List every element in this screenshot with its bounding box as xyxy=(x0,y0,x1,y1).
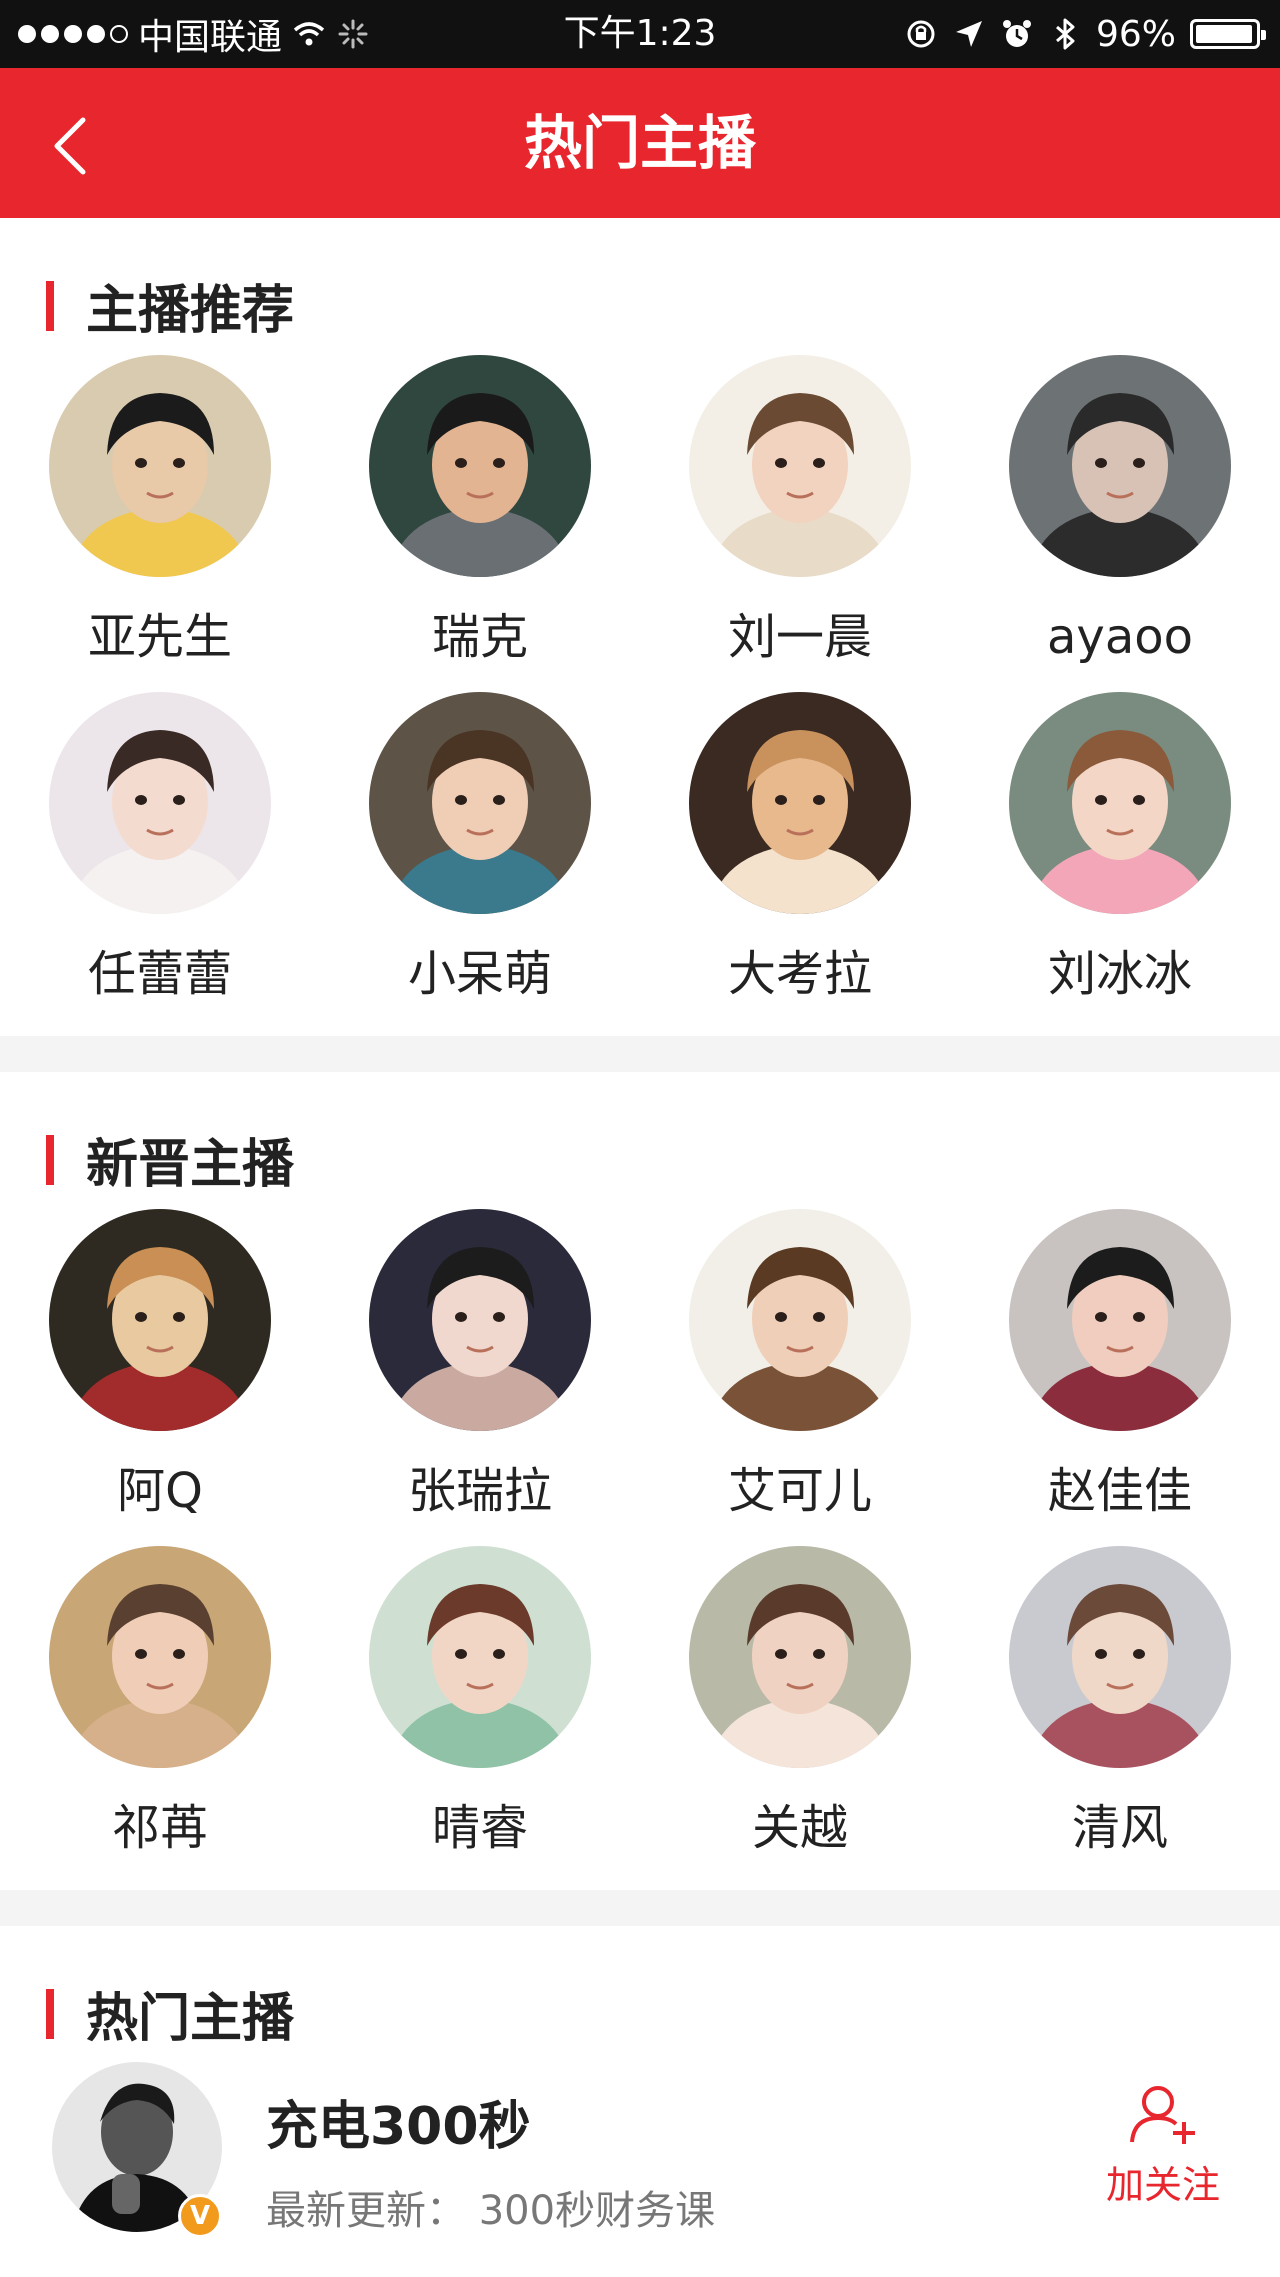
anchor-grid-item[interactable]: 刘一晨 xyxy=(640,355,960,667)
update-value: 300秒财务课 xyxy=(478,2188,716,2234)
avatar[interactable] xyxy=(689,355,911,577)
status-bar: 中国联通 下午1:23 96% xyxy=(0,0,1280,68)
avatar[interactable] xyxy=(369,355,591,577)
section-header: 热门主播 xyxy=(46,1976,294,2051)
avatar[interactable] xyxy=(1009,1209,1231,1431)
hot-anchor-row[interactable]: V 充电300秒 最新更新： 300秒财务课 加关注 xyxy=(0,2062,1280,2238)
anchor-name: 祁苒 xyxy=(111,1800,208,1856)
avatar[interactable] xyxy=(1009,1546,1231,1768)
battery-fill xyxy=(1196,25,1252,43)
anchor-name: 张瑞拉 xyxy=(407,1463,552,1519)
anchor-grid-item[interactable]: 艾可儿 xyxy=(640,1209,960,1521)
anchor-grid-item[interactable]: 张瑞拉 xyxy=(320,1209,640,1521)
status-right: 96% xyxy=(904,0,1266,68)
section-accent-bar xyxy=(46,1988,54,2039)
avatar[interactable] xyxy=(49,1546,271,1768)
avatar[interactable] xyxy=(1009,355,1231,577)
anchor-name: 晴睿 xyxy=(431,1800,528,1856)
loading-icon xyxy=(338,19,368,49)
anchor-name: 赵佳佳 xyxy=(1047,1463,1192,1519)
avatar[interactable] xyxy=(49,355,271,577)
hot-anchors-section: 热门主播 V 充电300秒 最新更新： 300秒财务课 加关注 xyxy=(0,1926,1280,2277)
anchor-name: 艾可儿 xyxy=(727,1463,872,1519)
anchor-grid-item[interactable]: 阿Q xyxy=(0,1209,320,1521)
section-accent-bar xyxy=(46,1134,54,1185)
anchor-name: 大考拉 xyxy=(727,946,872,1002)
anchor-name: 刘冰冰 xyxy=(1047,946,1192,1002)
follow-label: 加关注 xyxy=(1105,2163,1220,2207)
avatar[interactable] xyxy=(49,692,271,914)
anchor-grid-item[interactable]: 晴睿 xyxy=(320,1546,640,1858)
anchor-name: 瑞克 xyxy=(431,609,528,665)
avatar[interactable] xyxy=(369,1209,591,1431)
anchor-grid-item[interactable]: 大考拉 xyxy=(640,692,960,1004)
anchor-name: ayaoo xyxy=(1047,609,1193,665)
anchor-name: 充电300秒 xyxy=(266,2097,531,2157)
avatar[interactable] xyxy=(369,692,591,914)
section-header: 主播推荐 xyxy=(46,268,294,343)
new-anchors-section: 新晋主播 阿Q 张瑞拉 艾可儿 赵佳佳祁苒 晴睿 关越 清风 xyxy=(0,1072,1280,1890)
anchor-name: 刘一晨 xyxy=(727,609,872,665)
bluetooth-icon xyxy=(1055,18,1075,50)
anchor-name: 亚先生 xyxy=(87,609,232,665)
avatar[interactable] xyxy=(689,1546,911,1768)
status-left: 中国联通 xyxy=(18,0,370,68)
section-title: 热门主播 xyxy=(86,1989,295,2049)
anchor-grid-item[interactable]: 关越 xyxy=(640,1546,960,1858)
anchor-name: 任蕾蕾 xyxy=(87,946,232,1002)
chevron-left-icon xyxy=(54,117,86,175)
battery-percent: 96% xyxy=(1095,13,1176,55)
anchor-name: 关越 xyxy=(751,1800,848,1856)
location-icon xyxy=(955,21,982,47)
anchor-grid-item[interactable]: 小呆萌 xyxy=(320,692,640,1004)
avatar[interactable] xyxy=(1009,692,1231,914)
alarm-icon xyxy=(1002,20,1031,47)
verified-badge: V xyxy=(178,2194,222,2238)
anchor-grid-item[interactable]: 清风 xyxy=(960,1546,1280,1858)
section-title: 主播推荐 xyxy=(86,281,295,341)
anchor-name: 清风 xyxy=(1071,1800,1168,1856)
section-accent-bar xyxy=(46,280,54,331)
anchor-name: 小呆萌 xyxy=(407,946,552,1002)
anchor-name: 阿Q xyxy=(117,1463,203,1519)
section-title: 新晋主播 xyxy=(86,1135,295,1195)
carrier-label: 中国联通 xyxy=(138,17,283,58)
anchor-grid-item[interactable]: 刘冰冰 xyxy=(960,692,1280,1004)
update-label: 最新更新： xyxy=(266,2188,466,2234)
avatar[interactable] xyxy=(689,692,911,914)
anchor-grid-item[interactable]: 亚先生 xyxy=(0,355,320,667)
wifi-icon xyxy=(293,22,325,46)
recommended-section: 主播推荐 亚先生 瑞克 刘一晨 ayaoo 任蕾蕾 小呆萌 大考拉 刘冰冰 xyxy=(0,218,1280,1036)
avatar[interactable] xyxy=(369,1546,591,1768)
anchor-grid-item[interactable]: 任蕾蕾 xyxy=(0,692,320,1004)
anchor-grid-item[interactable]: 祁苒 xyxy=(0,1546,320,1858)
anchor-grid-item[interactable]: ayaoo xyxy=(960,355,1280,667)
battery-icon xyxy=(1190,19,1266,49)
anchor-latest-update: 最新更新： 300秒财务课 xyxy=(266,2178,715,2236)
avatar[interactable] xyxy=(689,1209,911,1431)
anchor-grid-item[interactable]: 瑞克 xyxy=(320,355,640,667)
section-header: 新晋主播 xyxy=(46,1122,294,1197)
anchor-grid-item[interactable]: 赵佳佳 xyxy=(960,1209,1280,1521)
nav-bar: 热门主播 xyxy=(0,68,1280,218)
add-user-icon xyxy=(1130,2086,1195,2144)
follow-button[interactable]: 加关注 xyxy=(1098,2082,1228,2209)
back-button[interactable] xyxy=(30,106,110,186)
signal-dots-icon xyxy=(18,25,128,43)
rotation-lock-icon xyxy=(907,20,935,48)
page-title: 热门主播 xyxy=(523,109,756,177)
avatar[interactable] xyxy=(49,1209,271,1431)
